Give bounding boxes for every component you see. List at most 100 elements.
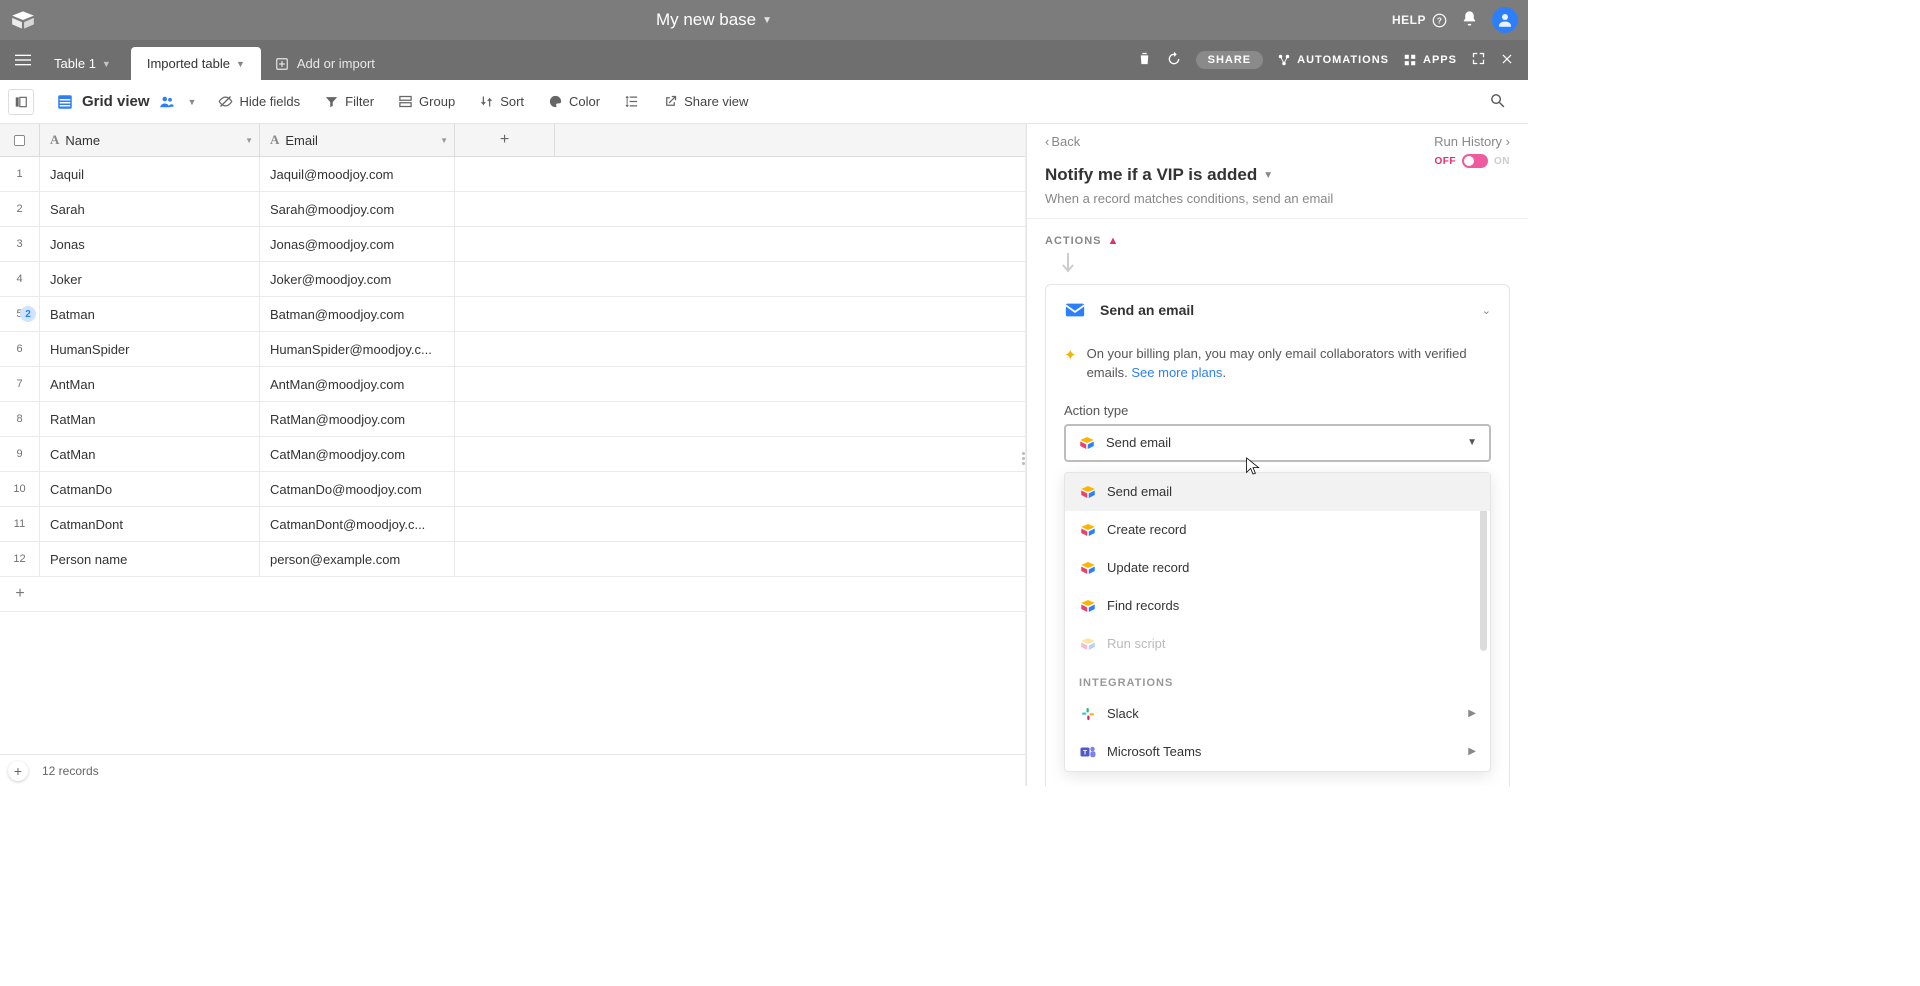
sort-button[interactable]: Sort bbox=[469, 88, 534, 115]
menu-item-find-records[interactable]: Find records bbox=[1065, 587, 1490, 625]
cell-email[interactable]: Batman@moodjoy.com bbox=[260, 297, 455, 331]
cell-name[interactable]: Joker bbox=[40, 262, 260, 296]
record-count: 12 records bbox=[42, 764, 99, 778]
table-row[interactable]: 9CatManCatMan@moodjoy.com bbox=[0, 437, 1025, 472]
back-button[interactable]: ‹ Back bbox=[1045, 134, 1080, 149]
share-button[interactable]: SHARE bbox=[1196, 51, 1264, 69]
row-number[interactable]: 3 bbox=[0, 227, 40, 261]
table-row[interactable]: 1JaquilJaquil@moodjoy.com bbox=[0, 157, 1025, 192]
table-row[interactable]: 7AntManAntMan@moodjoy.com bbox=[0, 367, 1025, 402]
color-button[interactable]: Color bbox=[538, 88, 610, 115]
table-row[interactable]: 6HumanSpiderHumanSpider@moodjoy.c... bbox=[0, 332, 1025, 367]
row-number[interactable]: 10 bbox=[0, 472, 40, 506]
column-header-name[interactable]: A Name ▼ bbox=[40, 124, 260, 156]
table-row[interactable]: 3JonasJonas@moodjoy.com bbox=[0, 227, 1025, 262]
row-number[interactable]: 7 bbox=[0, 367, 40, 401]
row-number[interactable]: 2 bbox=[0, 192, 40, 226]
add-record-fab[interactable]: + bbox=[8, 761, 28, 781]
cell-email[interactable]: Jonas@moodjoy.com bbox=[260, 227, 455, 261]
menu-item-update-record[interactable]: Update record bbox=[1065, 549, 1490, 587]
table-row[interactable]: 2SarahSarah@moodjoy.com bbox=[0, 192, 1025, 227]
cell-email[interactable]: RatMan@moodjoy.com bbox=[260, 402, 455, 436]
cell-name[interactable]: CatMan bbox=[40, 437, 260, 471]
main-menu-icon[interactable] bbox=[8, 40, 38, 80]
help-button[interactable]: HELP ? bbox=[1392, 13, 1447, 28]
row-number[interactable]: 6 bbox=[0, 332, 40, 366]
cell-name[interactable]: Person name bbox=[40, 542, 260, 576]
view-switcher[interactable]: Grid view ▼ bbox=[48, 87, 204, 117]
chevron-right-icon: ▶ bbox=[1468, 708, 1476, 719]
cell-name[interactable]: Sarah bbox=[40, 192, 260, 226]
add-row[interactable]: + bbox=[0, 577, 1025, 612]
cell-email[interactable]: CatmanDont@moodjoy.c... bbox=[260, 507, 455, 541]
cell-email[interactable]: HumanSpider@moodjoy.c... bbox=[260, 332, 455, 366]
action-type-select[interactable]: Send email ▼ bbox=[1064, 424, 1491, 462]
automations-button[interactable]: AUTOMATIONS bbox=[1277, 53, 1389, 67]
row-number[interactable]: 12 bbox=[0, 542, 40, 576]
cell-name[interactable]: Jonas bbox=[40, 227, 260, 261]
base-title[interactable]: My new base ▼ bbox=[36, 10, 1392, 30]
menu-item-send-email[interactable]: Send email bbox=[1065, 473, 1490, 511]
table-row[interactable]: 52BatmanBatman@moodjoy.com bbox=[0, 297, 1025, 332]
row-number[interactable]: 11 bbox=[0, 507, 40, 541]
trash-icon[interactable] bbox=[1137, 51, 1152, 69]
table-row[interactable]: 11CatmanDontCatmanDont@moodjoy.c... bbox=[0, 507, 1025, 542]
cell-name[interactable]: CatmanDo bbox=[40, 472, 260, 506]
cell-email[interactable]: Jaquil@moodjoy.com bbox=[260, 157, 455, 191]
row-height-button[interactable] bbox=[614, 88, 649, 115]
menu-item-run-script[interactable]: Run script bbox=[1065, 625, 1490, 663]
run-history-button[interactable]: Run History › bbox=[1434, 134, 1510, 149]
table-row[interactable]: 8RatManRatMan@moodjoy.com bbox=[0, 402, 1025, 437]
table-tab-imported[interactable]: Imported table ▼ bbox=[131, 47, 261, 80]
add-or-import-button[interactable]: Add or import bbox=[265, 47, 385, 80]
cell-name[interactable]: Batman bbox=[40, 297, 260, 331]
hide-fields-button[interactable]: Hide fields bbox=[208, 88, 310, 115]
cell-email[interactable]: Sarah@moodjoy.com bbox=[260, 192, 455, 226]
menu-item-create-record[interactable]: Create record bbox=[1065, 511, 1490, 549]
cell-name[interactable]: CatmanDont bbox=[40, 507, 260, 541]
menu-item-ms-teams[interactable]: T Microsoft Teams ▶ bbox=[1065, 733, 1490, 771]
cell-email[interactable]: CatmanDo@moodjoy.com bbox=[260, 472, 455, 506]
toggle-sidebar-button[interactable] bbox=[8, 89, 34, 115]
airtable-icon bbox=[1079, 521, 1097, 539]
see-more-plans-link[interactable]: See more plans bbox=[1131, 365, 1222, 380]
row-number[interactable]: 1 bbox=[0, 157, 40, 191]
apps-button[interactable]: APPS bbox=[1403, 53, 1457, 67]
column-header-email[interactable]: A Email ▼ bbox=[260, 124, 455, 156]
cell-email[interactable]: AntMan@moodjoy.com bbox=[260, 367, 455, 401]
teams-icon: T bbox=[1079, 743, 1097, 761]
cell-email[interactable]: CatMan@moodjoy.com bbox=[260, 437, 455, 471]
menu-item-slack[interactable]: Slack ▶ bbox=[1065, 695, 1490, 733]
notifications-icon[interactable] bbox=[1461, 10, 1478, 30]
cell-name[interactable]: HumanSpider bbox=[40, 332, 260, 366]
cell-name[interactable]: RatMan bbox=[40, 402, 260, 436]
automation-title[interactable]: Notify me if a VIP is added ▼ bbox=[1045, 165, 1273, 185]
share-view-button[interactable]: Share view bbox=[653, 88, 758, 115]
cell-email[interactable]: person@example.com bbox=[260, 542, 455, 576]
row-number[interactable]: 8 bbox=[0, 402, 40, 436]
search-button[interactable] bbox=[1475, 92, 1520, 112]
cell-name[interactable]: AntMan bbox=[40, 367, 260, 401]
row-number[interactable]: 9 bbox=[0, 437, 40, 471]
table-row[interactable]: 12Person nameperson@example.com bbox=[0, 542, 1025, 577]
history-icon[interactable] bbox=[1166, 51, 1182, 70]
group-button[interactable]: Group bbox=[388, 88, 465, 115]
row-number[interactable]: 4 bbox=[0, 262, 40, 296]
table-row[interactable]: 4JokerJoker@moodjoy.com bbox=[0, 262, 1025, 297]
filter-button[interactable]: Filter bbox=[314, 88, 384, 115]
close-icon[interactable] bbox=[1500, 52, 1514, 69]
automation-toggle[interactable] bbox=[1462, 154, 1488, 168]
add-column-button[interactable]: + bbox=[455, 124, 555, 156]
panel-resize-handle[interactable] bbox=[1022, 452, 1026, 476]
row-number[interactable]: 52 bbox=[0, 297, 40, 331]
cell-email[interactable]: Joker@moodjoy.com bbox=[260, 262, 455, 296]
expand-icon[interactable] bbox=[1471, 51, 1486, 69]
action-card-header[interactable]: Send an email ⌄ bbox=[1046, 285, 1509, 335]
user-avatar[interactable] bbox=[1492, 7, 1518, 33]
app-logo[interactable] bbox=[10, 7, 36, 33]
table-tab-1[interactable]: Table 1 ▼ bbox=[38, 47, 127, 80]
cell-name[interactable]: Jaquil bbox=[40, 157, 260, 191]
table-row[interactable]: 10CatmanDoCatmanDo@moodjoy.com bbox=[0, 472, 1025, 507]
select-all-checkbox[interactable] bbox=[0, 124, 40, 156]
comment-badge[interactable]: 2 bbox=[20, 306, 36, 322]
